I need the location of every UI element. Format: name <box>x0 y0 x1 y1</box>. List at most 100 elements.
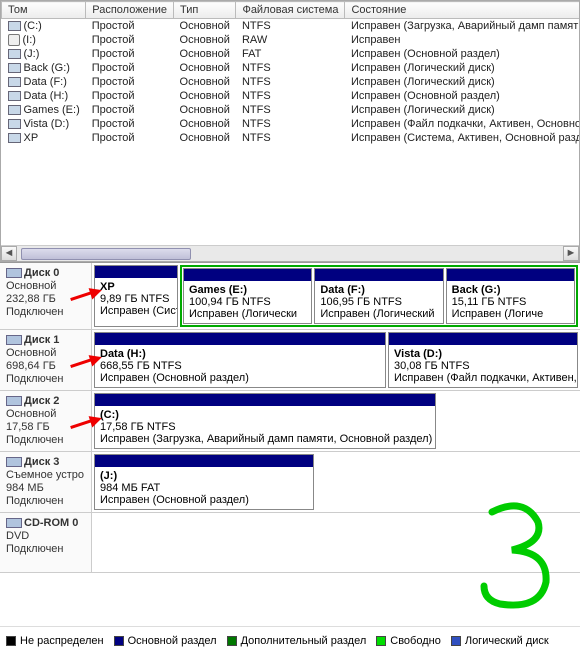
legend-label: Дополнительный раздел <box>241 635 367 647</box>
scroll-right-button[interactable]: ► <box>563 246 579 261</box>
partition[interactable]: Vista (D:)30,08 ГБ NTFSИсправен (Файл по… <box>388 332 578 388</box>
volume-table-container[interactable]: ТомРасположениеТипФайловая системаСостоя… <box>1 1 579 245</box>
volume-status: Исправен (Загрузка, Аварийный дамп памят… <box>345 19 579 34</box>
disk-info-line: Основной <box>6 347 85 360</box>
partition[interactable]: Back (G:)15,11 ГБ NTFSИсправен (Логиче <box>446 268 575 324</box>
volume-status: Исправен (Логический диск) <box>345 75 579 89</box>
partition-body: Games (E:)100,94 ГБ NTFSИсправен (Логиче… <box>184 281 311 323</box>
volume-fs: NTFS <box>236 131 345 145</box>
partition-header <box>95 455 313 467</box>
table-row[interactable]: Games (E:)ПростойОсновнойNTFSИсправен (Л… <box>2 103 580 117</box>
disk-row[interactable]: Диск 0Основной232,88 ГБПодключенXP9,89 Г… <box>0 263 580 330</box>
volume-type: Основной <box>174 117 236 131</box>
partition-header <box>184 269 311 281</box>
disk-status: Подключен <box>6 373 85 386</box>
partition[interactable]: XP9,89 ГБ NTFSИсправен (Систем <box>94 265 178 327</box>
volume-type: Основной <box>174 19 236 34</box>
disk-label[interactable]: CD-ROM 0DVDПодключен <box>0 513 92 572</box>
disk-label[interactable]: Диск 1Основной698,64 ГБПодключен <box>0 330 92 390</box>
volume-layout: Простой <box>86 75 174 89</box>
scroll-left-button[interactable]: ◄ <box>1 246 17 261</box>
volume-layout: Простой <box>86 131 174 145</box>
disk-info-line: Основной <box>6 408 85 421</box>
legend-label: Не распределен <box>20 635 104 647</box>
volume-name: (J:) <box>24 48 40 60</box>
disk-row[interactable]: Диск 2Основной17,58 ГБПодключен(C:)17,58… <box>0 391 580 452</box>
legend-label: Основной раздел <box>128 635 217 647</box>
disk-map-panel: Диск 0Основной232,88 ГБПодключенXP9,89 Г… <box>0 262 580 573</box>
scroll-track[interactable] <box>17 246 563 261</box>
volume-fs: NTFS <box>236 89 345 103</box>
partition[interactable]: (C:)17,58 ГБ NTFSИсправен (Загрузка, Ава… <box>94 393 436 449</box>
legend-item: Свободно <box>376 635 441 647</box>
column-header-type[interactable]: Тип <box>174 2 236 19</box>
volume-fs: NTFS <box>236 61 345 75</box>
volume-table[interactable]: ТомРасположениеТипФайловая системаСостоя… <box>1 1 579 145</box>
table-row[interactable]: (I:)ПростойОсновнойRAWИсправен <box>2 33 580 47</box>
table-row[interactable]: Data (H:)ПростойОсновнойNTFSИсправен (Ос… <box>2 89 580 103</box>
disk-size: 232,88 ГБ <box>6 293 85 306</box>
volume-name: Vista (D:) <box>24 118 70 130</box>
table-row[interactable]: Data (F:)ПростойОсновнойNTFSИсправен (Ло… <box>2 75 580 89</box>
disk-status: Подключен <box>6 543 85 556</box>
partition[interactable]: Games (E:)100,94 ГБ NTFSИсправен (Логиче… <box>183 268 312 324</box>
volume-fs: NTFS <box>236 19 345 34</box>
column-header-layout[interactable]: Расположение <box>86 2 174 19</box>
legend-swatch <box>451 636 461 646</box>
volume-name: Back (G:) <box>24 62 70 74</box>
table-row[interactable]: Vista (D:)ПростойОсновнойNTFSИсправен (Ф… <box>2 117 580 131</box>
volume-status: Исправен (Файл подкачки, Активен, Основн… <box>345 117 579 131</box>
disk-status: Подключен <box>6 306 85 319</box>
volume-layout: Простой <box>86 103 174 117</box>
table-row[interactable]: XPПростойОсновнойNTFSИсправен (Система, … <box>2 131 580 145</box>
volume-name: Data (H:) <box>24 90 69 102</box>
partition-body: (J:)984 МБ FATИсправен (Основной раздел) <box>95 467 313 509</box>
disk-row[interactable]: Диск 3Съемное устро984 МБПодключен(J:)98… <box>0 452 580 513</box>
volume-type: Основной <box>174 47 236 61</box>
disk-icon <box>6 268 22 278</box>
volume-layout: Простой <box>86 61 174 75</box>
volume-layout: Простой <box>86 89 174 103</box>
disk-label[interactable]: Диск 0Основной232,88 ГБПодключен <box>0 263 92 329</box>
disk-icon <box>6 457 22 467</box>
disk-label[interactable]: Диск 2Основной17,58 ГБПодключен <box>0 391 92 451</box>
disk-info-line: Съемное устро <box>6 469 85 482</box>
partition-header <box>95 333 385 345</box>
column-header-status[interactable]: Состояние <box>345 2 579 19</box>
disk-label[interactable]: Диск 3Съемное устро984 МБПодключен <box>0 452 92 512</box>
volume-status: Исправен (Основной раздел) <box>345 89 579 103</box>
disk-status: Подключен <box>6 495 85 508</box>
disk-row[interactable]: Диск 1Основной698,64 ГБПодключенData (H:… <box>0 330 580 391</box>
volume-fs: NTFS <box>236 75 345 89</box>
disk-status: Подключен <box>6 434 85 447</box>
disk-row[interactable]: CD-ROM 0DVDПодключен <box>0 513 580 573</box>
volume-status: Исправен (Основной раздел) <box>345 47 579 61</box>
volume-icon <box>8 63 21 73</box>
disk-title: CD-ROM 0 <box>24 517 78 529</box>
column-header-volume[interactable]: Том <box>2 2 86 19</box>
cd-icon <box>6 518 22 528</box>
extended-partition-group: Games (E:)100,94 ГБ NTFSИсправен (Логиче… <box>180 265 578 327</box>
table-row[interactable]: (C:) ПростойОсновнойNTFSИсправен (Загрузк… <box>2 19 580 34</box>
disk-partitions <box>92 513 580 572</box>
table-row[interactable]: (J:)ПростойОсновнойFATИсправен (Основной… <box>2 47 580 61</box>
disk-size: 698,64 ГБ <box>6 360 85 373</box>
disk-icon <box>6 335 22 345</box>
volume-type: Основной <box>174 75 236 89</box>
partition[interactable]: Data (H:)668,55 ГБ NTFSИсправен (Основно… <box>94 332 386 388</box>
disk-size: 17,58 ГБ <box>6 421 85 434</box>
partition[interactable]: Data (F:)106,95 ГБ NTFSИсправен (Логичес… <box>314 268 443 324</box>
volume-layout: Простой <box>86 33 174 47</box>
volume-name: (C:) <box>24 20 42 32</box>
scroll-thumb[interactable] <box>21 248 191 260</box>
volume-layout: Простой <box>86 47 174 61</box>
volume-icon <box>8 49 21 59</box>
partition-header <box>95 266 177 278</box>
volume-status: Исправен (Логический диск) <box>345 61 579 75</box>
partition-header <box>95 394 435 406</box>
column-header-fs[interactable]: Файловая система <box>236 2 345 19</box>
table-row[interactable]: Back (G:)ПростойОсновнойNTFSИсправен (Ло… <box>2 61 580 75</box>
partition[interactable]: (J:)984 МБ FATИсправен (Основной раздел) <box>94 454 314 510</box>
volume-layout: Простой <box>86 19 174 34</box>
horizontal-scrollbar[interactable]: ◄ ► <box>1 245 579 261</box>
